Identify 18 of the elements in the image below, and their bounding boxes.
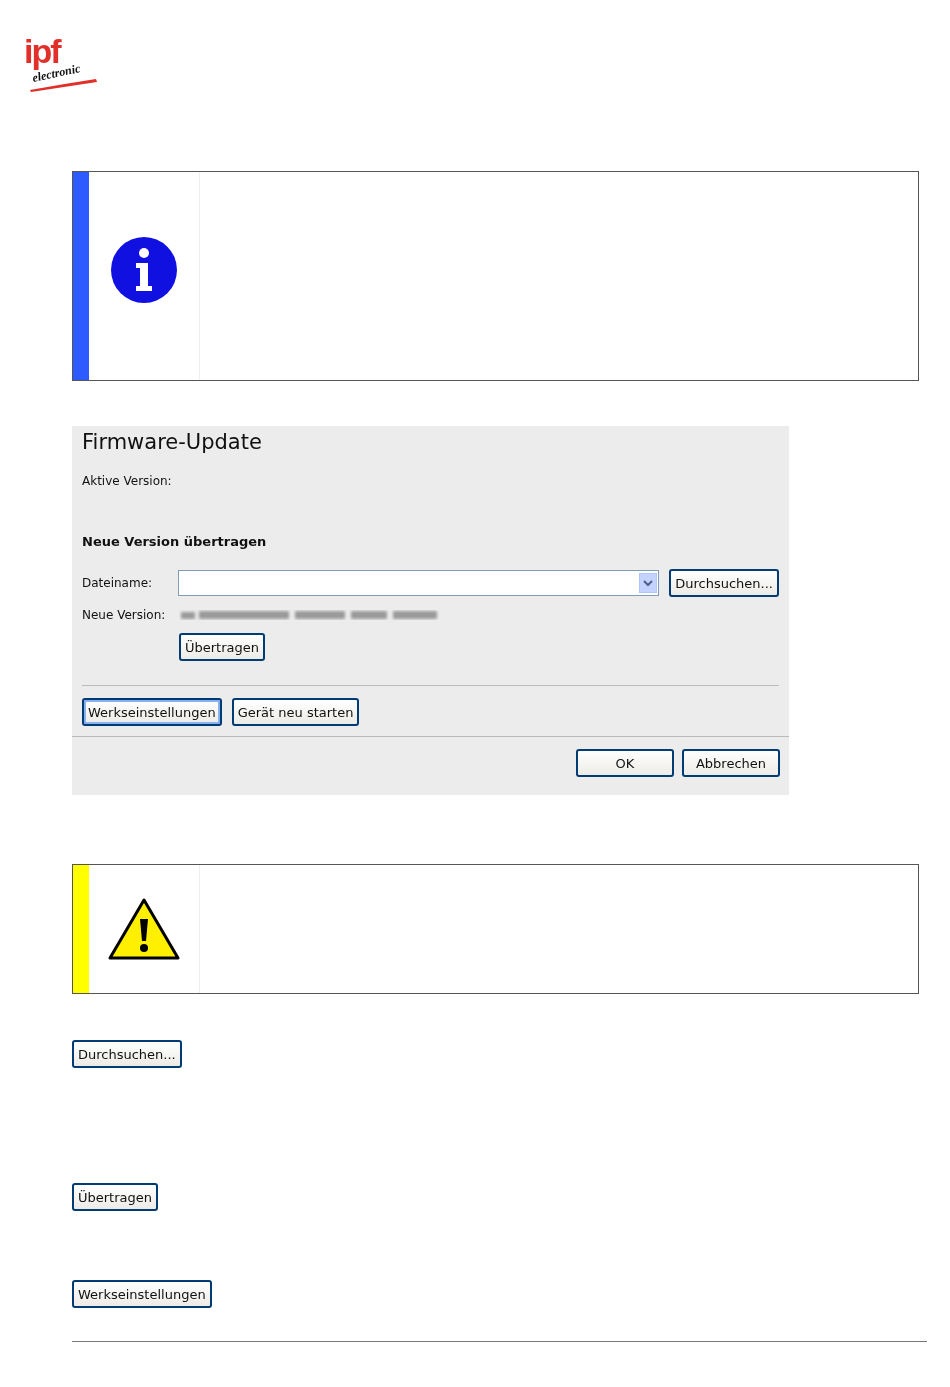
reference-button[interactable]: Durchsuchen...: [72, 1040, 182, 1068]
browse-button[interactable]: Durchsuchen...: [669, 569, 779, 597]
warning-icon: [108, 897, 180, 961]
info-icon: [110, 236, 178, 304]
filename-label: Dateiname:: [82, 576, 154, 590]
reference-button[interactable]: Werkseinstellungen: [72, 1280, 212, 1308]
dropdown-icon[interactable]: [639, 573, 658, 593]
new-version-label: Neue Version:: [82, 608, 167, 622]
footer-button[interactable]: OK: [576, 749, 674, 777]
dialog-title: Firmware-Update: [82, 430, 263, 454]
action-button[interactable]: Werkseinstellungen: [82, 698, 222, 726]
reference-button[interactable]: Übertragen: [72, 1183, 158, 1211]
filename-field[interactable]: [178, 570, 660, 596]
footer-button[interactable]: Abbrechen: [682, 749, 780, 777]
action-button[interactable]: Gerät neu starten: [231, 698, 360, 726]
section-title: Neue Version übertragen: [82, 534, 268, 549]
active-version-label: Aktive Version:: [82, 474, 173, 488]
transfer-button[interactable]: Übertragen: [179, 633, 265, 661]
